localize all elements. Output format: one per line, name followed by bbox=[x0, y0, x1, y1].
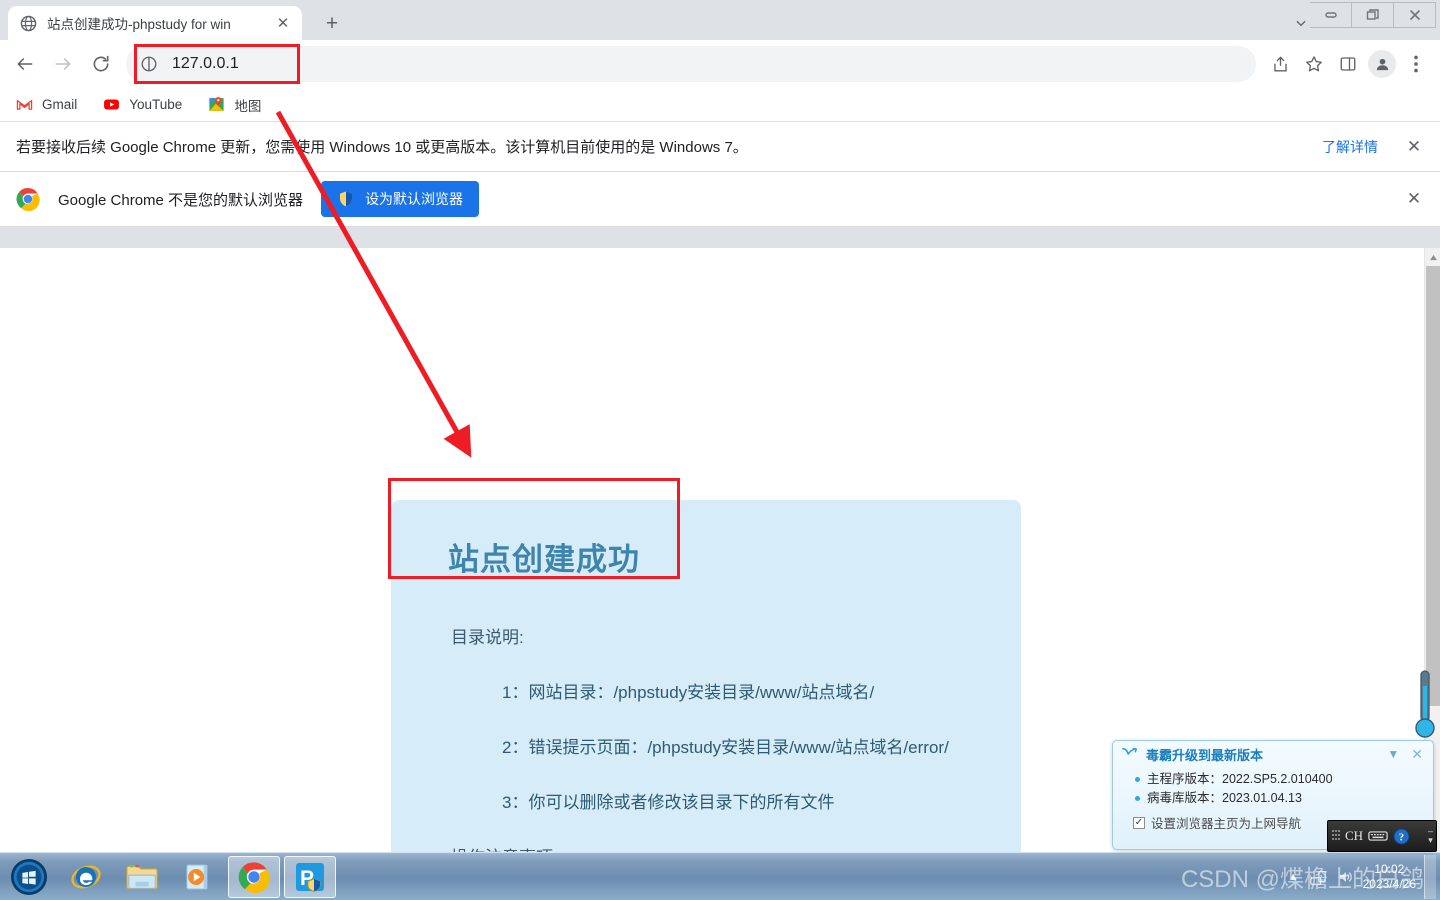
ime-expand-button[interactable]: ▾ bbox=[1428, 835, 1433, 845]
windows-version-infobar: 若要接收后续 Google Chrome 更新，您需使用 Windows 10 … bbox=[0, 122, 1440, 172]
browser-toolbar: 127.0.0.1 bbox=[0, 40, 1440, 88]
svg-text:?: ? bbox=[1399, 832, 1404, 843]
system-tray: ▲ 10:02 2023/4/26 bbox=[1288, 853, 1440, 900]
volume-icon[interactable] bbox=[1336, 868, 1354, 886]
chrome-logo-icon bbox=[16, 187, 40, 212]
restore-button[interactable] bbox=[1352, 2, 1394, 28]
popup-version-list: 主程序版本：2022.SP5.2.010400 病毒库版本：2023.01.04… bbox=[1113, 767, 1433, 808]
network-icon[interactable] bbox=[1309, 868, 1327, 886]
popup-minimize-button[interactable]: ▼ bbox=[1387, 747, 1399, 761]
bookmark-maps[interactable]: 地图 bbox=[208, 95, 261, 115]
directory-note-label: 目录说明: bbox=[451, 628, 524, 647]
windows-taskbar: P ▲ 10:02 2023/4/26 bbox=[0, 852, 1440, 900]
checkbox-label: 设置浏览器主页为上网导航 bbox=[1151, 817, 1302, 831]
default-browser-infobar: Google Chrome 不是您的默认浏览器 设为默认浏览器 ✕ bbox=[0, 172, 1440, 227]
set-default-browser-button[interactable]: 设为默认浏览器 bbox=[321, 181, 480, 217]
list-item: 病毒库版本：2023.01.04.13 bbox=[1133, 789, 1433, 808]
popup-title: 毒霸升级到最新版本 bbox=[1146, 747, 1264, 763]
drag-handle-icon[interactable] bbox=[1331, 829, 1340, 843]
bookmark-label: YouTube bbox=[129, 97, 183, 112]
side-panel-icon[interactable] bbox=[1332, 48, 1364, 80]
address-bar[interactable]: 127.0.0.1 bbox=[126, 46, 1256, 82]
bookmark-label: Gmail bbox=[42, 97, 78, 112]
ime-language-label[interactable]: CH bbox=[1345, 828, 1363, 844]
checkbox[interactable]: ✓ bbox=[1133, 816, 1145, 829]
popup-close-button[interactable]: ✕ bbox=[1411, 746, 1423, 763]
window-controls bbox=[1310, 2, 1436, 28]
taskbar-internet-explorer[interactable] bbox=[60, 856, 112, 898]
new-tab-button[interactable]: + bbox=[318, 9, 346, 37]
reload-button[interactable] bbox=[84, 47, 118, 81]
account-avatar-icon[interactable] bbox=[1366, 48, 1398, 80]
ime-buttons[interactable]: – ▾ bbox=[1428, 827, 1433, 845]
bookmark-gmail[interactable]: Gmail bbox=[16, 96, 77, 113]
list-item: 主程序版本：2022.SP5.2.010400 bbox=[1133, 770, 1433, 789]
bookmark-label: 地图 bbox=[234, 98, 262, 114]
chrome-browser-window: 站点创建成功-phpstudy for win ✕ + 127.0.0.1 Gm… bbox=[0, 0, 1440, 852]
youtube-icon bbox=[103, 96, 120, 113]
clock-date: 2023/4/26 bbox=[1362, 876, 1416, 891]
omnibox-wrapper: 127.0.0.1 bbox=[126, 44, 1256, 84]
tab-close-button[interactable]: ✕ bbox=[272, 12, 294, 34]
popup-header: 毒霸升级到最新版本 ▼ ✕ bbox=[1113, 741, 1433, 767]
taskbar-phpstudy[interactable]: P bbox=[284, 855, 336, 898]
antivirus-logo-icon bbox=[1121, 746, 1139, 762]
directory-item: 2：错误提示页面：/phpstudy安装目录/www/站点域名/error/ bbox=[502, 738, 949, 757]
screen: 站点创建成功-phpstudy for win ✕ + 127.0.0.1 Gm… bbox=[0, 0, 1440, 900]
share-icon[interactable] bbox=[1264, 48, 1296, 80]
windows-start-icon[interactable] bbox=[2, 855, 56, 899]
page-title: 站点创建成功 bbox=[448, 542, 640, 577]
help-icon[interactable]: ? bbox=[1393, 827, 1410, 845]
show-desktop-button[interactable] bbox=[1424, 854, 1436, 899]
star-icon[interactable] bbox=[1298, 48, 1330, 80]
scroll-up-arrow-icon[interactable] bbox=[1425, 250, 1440, 264]
close-button[interactable] bbox=[1394, 2, 1436, 28]
learn-more-link[interactable]: 了解详情 bbox=[1322, 137, 1378, 157]
directory-item: 1：网站目录：/phpstudy安装目录/www/站点域名/ bbox=[502, 683, 875, 702]
ime-language-bar[interactable]: CH ? – ▾ bbox=[1327, 820, 1437, 852]
taskbar-clock[interactable]: 10:02 2023/4/26 bbox=[1363, 862, 1416, 892]
keyboard-icon[interactable] bbox=[1368, 829, 1388, 843]
tab-strip: 站点创建成功-phpstudy for win ✕ + bbox=[0, 0, 1440, 40]
three-dot-menu-icon[interactable] bbox=[1400, 48, 1432, 80]
taskbar-windows-media-player[interactable] bbox=[172, 856, 224, 898]
shield-icon bbox=[337, 190, 355, 208]
not-secure-info-icon[interactable] bbox=[140, 55, 158, 73]
infobar-message: 若要接收后续 Google Chrome 更新，您需使用 Windows 10 … bbox=[16, 139, 748, 156]
browser-tab[interactable]: 站点创建成功-phpstudy for win ✕ bbox=[8, 6, 302, 40]
google-maps-icon bbox=[208, 96, 225, 113]
clock-time: 10:02 bbox=[1374, 861, 1405, 876]
infobar-close-button[interactable]: ✕ bbox=[1404, 137, 1424, 157]
set-default-browser-label: 设为默认浏览器 bbox=[365, 191, 464, 207]
tab-title: 站点创建成功-phpstudy for win bbox=[47, 17, 231, 32]
taskbar-file-explorer[interactable] bbox=[116, 856, 168, 898]
minimize-button[interactable] bbox=[1310, 2, 1352, 28]
bookmarks-bar: Gmail YouTube 地图 bbox=[0, 88, 1440, 122]
address-bar-text: 127.0.0.1 bbox=[172, 55, 239, 72]
thermometer-cursor-icon bbox=[1414, 668, 1436, 747]
site-success-card: 站点创建成功 目录说明: 1：网站目录：/phpstudy安装目录/www/站点… bbox=[391, 500, 1021, 852]
forward-button[interactable] bbox=[46, 47, 80, 81]
scrollbar-thumb[interactable] bbox=[1426, 266, 1440, 706]
directory-item: 3：你可以删除或者修改该目录下的所有文件 bbox=[502, 793, 835, 812]
taskbar-google-chrome[interactable] bbox=[228, 855, 280, 898]
tray-expand-arrow-icon[interactable]: ▲ bbox=[1288, 871, 1299, 883]
globe-icon bbox=[20, 15, 37, 32]
back-button[interactable] bbox=[8, 47, 42, 81]
infobar-close-button[interactable]: ✕ bbox=[1404, 189, 1424, 209]
infobar-message: Google Chrome 不是您的默认浏览器 bbox=[58, 191, 304, 209]
gmail-icon bbox=[16, 96, 33, 113]
bookmark-youtube[interactable]: YouTube bbox=[103, 96, 182, 113]
operation-note-label: 操作注意事项： bbox=[451, 843, 991, 852]
